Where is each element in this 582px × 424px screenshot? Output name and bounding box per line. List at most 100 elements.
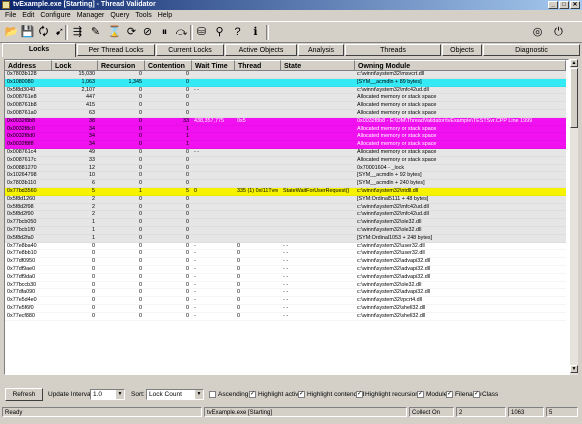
maximize-button[interactable]: □ — [559, 1, 569, 9]
cell-wait-time: - - — [194, 148, 200, 155]
tab-diagnostic[interactable]: Diagnostic — [483, 44, 580, 56]
table-row[interactable]: 0x1080080 1,063 1,345 0 [SYM__acmdln + 89 by… — [5, 78, 566, 87]
table-row[interactable]: 0x77df9da0 0 0 0-0- - c:\winnt\system32\adva… — [5, 273, 566, 282]
cell-lock: 447 — [86, 94, 95, 101]
table-row[interactable]: 0x77e5f6f0 0 0 0-0- - c:\winnt\system32\shel… — [5, 304, 566, 313]
menu-query[interactable]: Query — [107, 10, 132, 21]
column-state[interactable]: State — [281, 60, 355, 71]
refresh-button[interactable]: Refresh — [5, 388, 43, 401]
table-row[interactable]: 0x10264798 10 0 0 [SYM__acmdln + 92 bytes] — [5, 172, 566, 181]
column-address[interactable]: Address — [5, 60, 52, 71]
close-button[interactable]: ✕ — [570, 1, 580, 9]
collect-icon[interactable]: ⛁ — [194, 25, 209, 40]
tab-per-thread-locks[interactable]: Per Thread Locks — [77, 44, 155, 56]
table-row[interactable]: 0x77bd35605150335 (1) 0xI11Tvre...StateW… — [5, 187, 566, 196]
stop-icon[interactable]: ⊘ — [140, 25, 155, 40]
menu-tools[interactable]: Tools — [132, 10, 154, 21]
update-interval-select[interactable]: 1.0 ▼ — [90, 389, 125, 400]
table-row[interactable]: 0x77e5d4e0 0 0 0-0- - c:\winnt\system32\rpcr… — [5, 297, 566, 305]
step-icon[interactable]: ⤼ — [174, 25, 189, 40]
info-icon[interactable]: ℹ — [248, 25, 263, 40]
tab-threads[interactable]: Threads — [345, 44, 441, 56]
checkbox-highlight-active[interactable]: ✓ — [249, 391, 256, 398]
pause-icon[interactable]: ⏸ — [157, 25, 172, 40]
minimize-button[interactable]: _ — [548, 1, 558, 9]
column-contention[interactable]: Contention — [145, 60, 192, 71]
table-row[interactable]: 0x77e8bb10 0 0 0-0- - c:\winnt\system32\user… — [5, 250, 566, 259]
cell-thread — [237, 110, 278, 118]
cell-contention: 1 — [186, 125, 189, 132]
table-row[interactable]: 0x77bcb050 1 0 0 c:\winnt\system32\ole32.dll — [5, 219, 566, 227]
table-row[interactable]: 0x0032f8d0 34 0 1 Allocated memory or stack … — [5, 133, 566, 142]
threads-icon[interactable]: ⇶ — [70, 25, 85, 40]
menu-configure[interactable]: Configure — [37, 10, 73, 21]
save-icon[interactable]: 💾 — [20, 25, 35, 40]
column-owning-module[interactable]: Owning Module — [355, 60, 566, 71]
tab-locks[interactable]: Locks — [2, 43, 76, 57]
checkbox-highlight-contended[interactable]: ✓ — [298, 391, 305, 398]
cell-contention: 1 — [186, 141, 189, 148]
table-row[interactable]: 0x77ecf880 0 0 0-0- - c:\winnt\system32\shel… — [5, 312, 566, 321]
cell-owning-module: c:\winnt\system32\advapi32.dll — [357, 265, 431, 272]
menu-file[interactable]: File — [2, 10, 19, 21]
inject-icon[interactable]: ✎ — [88, 25, 103, 40]
wait-icon[interactable]: ⌛ — [107, 25, 122, 40]
sort-select[interactable]: Lock Count ▼ — [146, 389, 204, 400]
vertical-scrollbar[interactable]: ▲ ▼ — [569, 59, 578, 375]
tab-active-objects[interactable]: Active Objects — [225, 44, 297, 56]
checkbox-filename[interactable]: ✓ — [446, 391, 453, 398]
table-row[interactable]: 0x008761a0 63 0 0 Allocated memory or stack … — [5, 109, 566, 118]
menu-edit[interactable]: Edit — [19, 10, 37, 21]
column-wait-time[interactable]: Wait Time — [192, 60, 235, 71]
table-row[interactable]: 0x77df9ae0 0 0 0-0- - c:\winnt\system32\adva… — [5, 265, 566, 274]
table-row[interactable]: 0x5f8d1260 2 0 0 [SYM:Ordinal5111 + 48 bytes… — [5, 195, 566, 204]
checkbox-module[interactable]: ✓ — [417, 391, 424, 398]
locks-list[interactable]: Address Lock Recursion Contention Wait Time T… — [4, 59, 569, 375]
table-row[interactable]: 0x5f8d2fa0 1 0 0 [SYM:Ordinal1053 + 248 byte… — [5, 234, 566, 243]
table-row[interactable]: 0x7803b128 15,030 0 0 c:\winnt\system32\msvc… — [5, 71, 566, 79]
cell-thread: 0 — [237, 289, 240, 296]
checkbox-ascending[interactable] — [209, 391, 216, 398]
table-row[interactable]: 0x008761c4 49 0 0 - - Allocated memory or sta… — [5, 148, 566, 157]
table-row[interactable]: 0x0087617c 33 0 0 Allocated memory or stack … — [5, 156, 566, 165]
globe-icon[interactable]: ◎ — [530, 25, 545, 40]
table-row[interactable]: 0x008761b8 415 0 0 Allocated memory or stack… — [5, 102, 566, 110]
table-row[interactable]: 0x7803b110 6 0 0 [SYM__acmdln + 240 bytes] — [5, 180, 566, 188]
cell-state: - - — [283, 297, 289, 304]
table-row[interactable]: 0x77bcb1f0 1 0 0 c:\winnt\system32\ole32.dll — [5, 226, 566, 235]
column-thread[interactable]: Thread — [235, 60, 281, 71]
table-row[interactable]: 0x0032f8c0 34 0 1 Allocated memory or stack … — [5, 125, 566, 134]
table-row[interactable]: 0x77bccb30 0 0 0-0- - c:\winnt\system32\ole3… — [5, 281, 566, 290]
table-row[interactable]: 0x0032f8f8 34 0 1 Allocated memory or stack … — [5, 141, 566, 149]
scroll-down-button[interactable]: ▼ — [570, 365, 578, 373]
monitor-icon[interactable]: ⟳ — [124, 25, 139, 40]
table-row[interactable]: 0x00881270 12 0 0 0x70001604 - _lock — [5, 164, 566, 173]
cell-recursion: 0 — [139, 265, 142, 272]
table-row[interactable]: 0x5f8d3040 2,107 0 0 - - c:\winnt\system32\mf… — [5, 86, 566, 95]
column-lock[interactable]: Lock — [52, 60, 98, 71]
tab-analysis[interactable]: Analysis — [298, 44, 344, 56]
tab-current-locks[interactable]: Current Locks — [156, 44, 224, 56]
menu-help[interactable]: Help — [155, 10, 175, 21]
table-row[interactable]: 0x008761e8 447 0 0 Allocated memory or stack… — [5, 94, 566, 103]
column-recursion[interactable]: Recursion — [98, 60, 145, 71]
cell-address: 0x10264798 — [7, 172, 37, 179]
checkbox-highlight-recursion[interactable]: ✓ — [356, 391, 363, 398]
scroll-up-button[interactable]: ▲ — [570, 59, 578, 67]
cell-lock: 0 — [92, 258, 95, 265]
table-row[interactable]: 0x77df0950 0 0 0-0- - c:\winnt\system32\adva… — [5, 258, 566, 266]
help-icon[interactable]: ? — [230, 25, 245, 40]
table-row[interactable]: 0x0032f8b8 38 0 33 438,357,775 0x5 0x0032f8b8 … — [5, 117, 566, 126]
table-row[interactable]: 0x5f8d2f90 2 0 0 c:\winnt\system32\mfc42ud.d… — [5, 211, 566, 220]
table-row[interactable]: 0x5f8d2f98 2 0 0 c:\winnt\system32\mfc42ud.d… — [5, 203, 566, 212]
table-row[interactable]: 0x77e8ba40 0 0 0-0- - c:\winnt\system32\user… — [5, 242, 566, 251]
refresh-icon[interactable]: 🗘 — [36, 25, 51, 40]
open-folder-icon[interactable]: 📂 — [4, 25, 19, 40]
filter-icon[interactable]: ⚲ — [212, 25, 227, 40]
table-row[interactable]: 0x77dfa090 0 0 0-0- - c:\winnt\system32\adva… — [5, 289, 566, 298]
exit-icon[interactable]: ⏻ — [551, 25, 566, 40]
menu-manager[interactable]: Manager — [74, 10, 108, 21]
checkbox-class[interactable]: ✓ — [473, 391, 480, 398]
tab-objects[interactable]: Objects — [442, 44, 482, 56]
scroll-thumb[interactable] — [570, 68, 578, 128]
